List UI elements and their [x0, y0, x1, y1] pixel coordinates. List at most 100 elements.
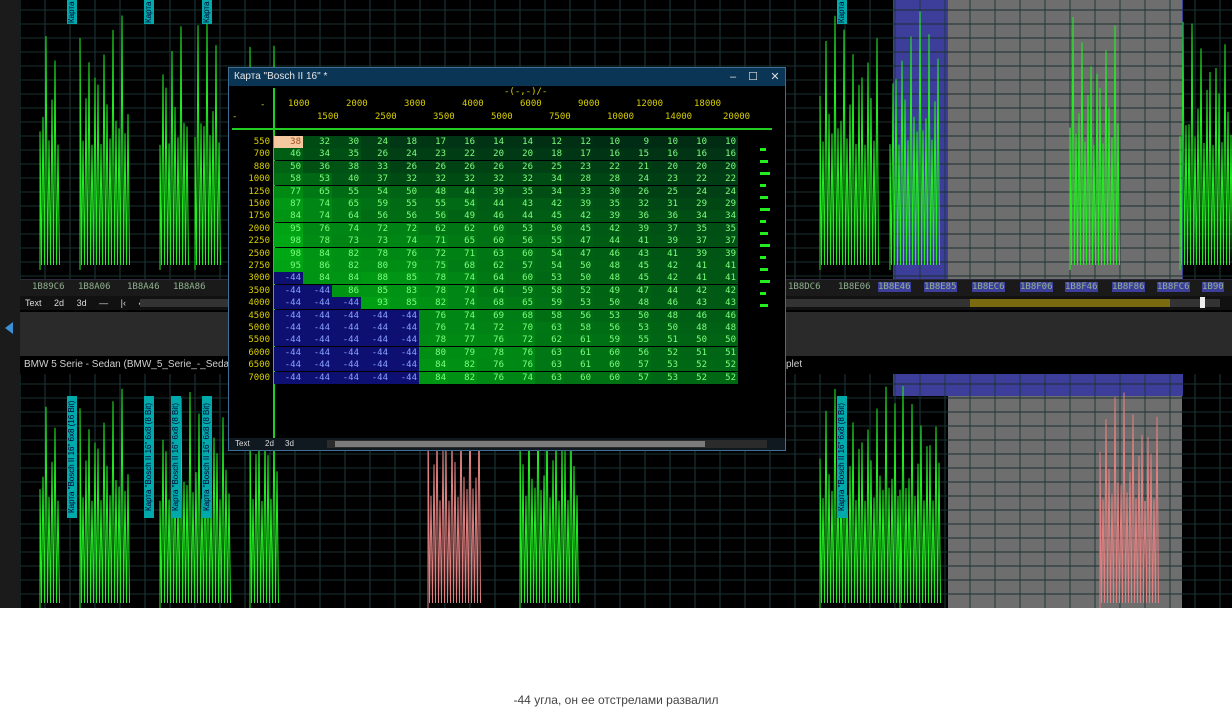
- map-cell[interactable]: 34: [535, 185, 564, 198]
- map-cell[interactable]: 48: [419, 185, 448, 198]
- map-cell[interactable]: 49: [448, 210, 477, 223]
- map-cell[interactable]: 39: [651, 235, 680, 248]
- map-cell[interactable]: 37: [709, 235, 738, 248]
- map-cell[interactable]: 64: [477, 284, 506, 297]
- map-cell[interactable]: 26: [448, 160, 477, 173]
- map-cell[interactable]: 42: [651, 260, 680, 272]
- map-cell[interactable]: 32: [303, 136, 332, 148]
- map-cell[interactable]: -44: [303, 346, 332, 359]
- map-cell[interactable]: 82: [448, 371, 477, 384]
- map-cell[interactable]: -44: [361, 359, 390, 372]
- map-tag[interactable]: Карта: [837, 0, 847, 24]
- map-cell[interactable]: 84: [332, 272, 361, 285]
- map-cell[interactable]: 43: [622, 247, 651, 260]
- map-cell[interactable]: 53: [622, 322, 651, 334]
- map-cell[interactable]: -44: [274, 371, 303, 384]
- map-cell[interactable]: 52: [680, 359, 709, 372]
- map-cell[interactable]: 74: [332, 222, 361, 235]
- map-cell[interactable]: 24: [622, 173, 651, 186]
- map-cell[interactable]: -44: [390, 346, 419, 359]
- map-cell[interactable]: 48: [680, 322, 709, 334]
- map-cell[interactable]: 41: [709, 260, 738, 272]
- map-cell[interactable]: 56: [419, 210, 448, 223]
- collapse-arrow-icon[interactable]: [5, 322, 13, 334]
- map-cell[interactable]: 34: [303, 148, 332, 161]
- map-cell[interactable]: 76: [419, 309, 448, 322]
- map-cell[interactable]: 44: [506, 210, 535, 223]
- map-cell[interactable]: 37: [361, 173, 390, 186]
- map-cell[interactable]: 22: [709, 173, 738, 186]
- map-cell[interactable]: 12: [564, 136, 593, 148]
- map-cell[interactable]: 55: [622, 334, 651, 347]
- map-cell[interactable]: -44: [274, 297, 303, 310]
- map-cell[interactable]: 84: [274, 210, 303, 223]
- map-cell[interactable]: 74: [448, 272, 477, 285]
- map-cell[interactable]: 51: [709, 346, 738, 359]
- map-cell[interactable]: 74: [506, 371, 535, 384]
- map-cell[interactable]: 63: [535, 359, 564, 372]
- map-cell[interactable]: 80: [361, 260, 390, 272]
- map-cell[interactable]: 93: [361, 297, 390, 310]
- map-cell[interactable]: 22: [448, 148, 477, 161]
- map-cell[interactable]: -44: [303, 297, 332, 310]
- map-cell[interactable]: 32: [622, 198, 651, 210]
- map-cell[interactable]: 76: [477, 359, 506, 372]
- map-cell[interactable]: 26: [622, 185, 651, 198]
- map-cell[interactable]: 71: [419, 235, 448, 248]
- map-cell[interactable]: 48: [593, 260, 622, 272]
- map-tag[interactable]: Карта "Bosch II 16" 6x8 (8 Bit): [202, 396, 212, 518]
- map-cell[interactable]: -44: [332, 359, 361, 372]
- map-cell[interactable]: -44: [332, 346, 361, 359]
- map-cell[interactable]: 78: [419, 334, 448, 347]
- map-cell[interactable]: 35: [680, 222, 709, 235]
- map-cell[interactable]: 85: [361, 284, 390, 297]
- map-cell[interactable]: 20: [680, 160, 709, 173]
- map-cell[interactable]: 41: [622, 235, 651, 248]
- map-cell[interactable]: 56: [622, 346, 651, 359]
- map-cell[interactable]: 55: [390, 198, 419, 210]
- map-cell[interactable]: 29: [709, 198, 738, 210]
- map-cell[interactable]: -44: [332, 309, 361, 322]
- map-cell[interactable]: 95: [274, 222, 303, 235]
- window-tab-3d[interactable]: 3d: [285, 438, 294, 450]
- map-cell[interactable]: 82: [448, 359, 477, 372]
- map-cell[interactable]: -44: [390, 322, 419, 334]
- map-cell[interactable]: 53: [535, 272, 564, 285]
- map-cell[interactable]: 64: [477, 272, 506, 285]
- map-cell[interactable]: 84: [303, 247, 332, 260]
- map-cell[interactable]: 84: [303, 272, 332, 285]
- map-cell[interactable]: 60: [564, 371, 593, 384]
- map-cell[interactable]: 25: [535, 160, 564, 173]
- map-cell[interactable]: 26: [477, 160, 506, 173]
- map-editor-window[interactable]: Карта "Bosch II 16" * – ☐ ✕ -(-,-)/- - -…: [228, 67, 786, 451]
- map-cell[interactable]: -44: [303, 309, 332, 322]
- map-cell[interactable]: 16: [680, 148, 709, 161]
- map-cell[interactable]: 59: [535, 297, 564, 310]
- map-cell[interactable]: 10: [680, 136, 709, 148]
- map-cell[interactable]: 77: [274, 185, 303, 198]
- map-cell[interactable]: 34: [680, 210, 709, 223]
- map-cell[interactable]: 62: [448, 222, 477, 235]
- map-cell[interactable]: -44: [390, 371, 419, 384]
- map-cell[interactable]: 48: [651, 309, 680, 322]
- map-cell[interactable]: 42: [564, 210, 593, 223]
- map-cell[interactable]: 68: [506, 309, 535, 322]
- map-cell[interactable]: 56: [361, 210, 390, 223]
- map-cell[interactable]: 51: [680, 346, 709, 359]
- map-cell[interactable]: 54: [535, 247, 564, 260]
- map-cell[interactable]: 72: [477, 322, 506, 334]
- map-cell[interactable]: -44: [361, 346, 390, 359]
- map-cell[interactable]: 46: [274, 148, 303, 161]
- scroll-thumb[interactable]: [1200, 297, 1205, 308]
- map-tag[interactable]: Карта: [202, 0, 212, 24]
- map-cell[interactable]: 34: [709, 210, 738, 223]
- map-cell[interactable]: 36: [651, 210, 680, 223]
- map-cell[interactable]: -44: [390, 309, 419, 322]
- map-cell[interactable]: 58: [274, 173, 303, 186]
- map-cell[interactable]: 44: [593, 235, 622, 248]
- map-cell[interactable]: 85: [390, 297, 419, 310]
- map-cell[interactable]: 78: [419, 284, 448, 297]
- map-cell[interactable]: -44: [361, 322, 390, 334]
- map-cell[interactable]: 16: [593, 148, 622, 161]
- map-cell[interactable]: 76: [477, 334, 506, 347]
